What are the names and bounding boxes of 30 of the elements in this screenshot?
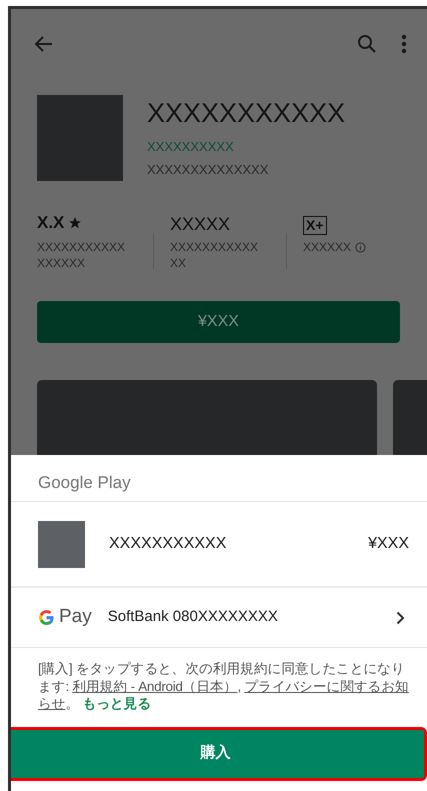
terms-text: [購入] をタップすると、次の利用規約に同意したことになります: 利用規約 - Android（日本）, プライバシーに関するお知 らせ。 もっと見る (37, 660, 410, 713)
app-category: XXXXXXXXXXXXXX (147, 161, 270, 180)
price-button[interactable]: ¥XXX (37, 301, 400, 343)
search-icon[interactable] (357, 34, 377, 54)
item-name: XXXXXXXXXXX (109, 534, 226, 554)
payment-method: SoftBank 080XXXXXXXX (108, 607, 278, 628)
app-icon (37, 95, 123, 181)
stat-value: XXXXX (170, 213, 232, 235)
rating-value: X.X (37, 212, 64, 234)
pay-label: Pay (59, 605, 92, 630)
terms-link[interactable]: 利用規約 - Android（日本） (72, 678, 238, 694)
sheet-header: Google Play (38, 473, 131, 492)
payment-method-row[interactable]: Pay SoftBank 080XXXXXXXX (11, 588, 427, 648)
content-rating-badge: X+ (303, 216, 327, 235)
stat-label: XXXXXXXXXXX XX (170, 240, 258, 270)
star-icon (68, 216, 82, 230)
back-icon[interactable] (33, 35, 53, 53)
more-options-icon[interactable] (401, 34, 407, 54)
chevron-right-icon (396, 610, 405, 624)
item-icon (38, 520, 85, 568)
info-icon[interactable] (355, 242, 366, 253)
stat-label: XXXXXX (303, 239, 352, 256)
terms-link[interactable]: らせ (38, 696, 66, 712)
buy-button[interactable]: 購入 (11, 730, 424, 778)
terms-link[interactable]: プライバシーに関するお知 (244, 678, 409, 694)
google-g-icon (38, 609, 55, 626)
app-title: XXXXXXXXXXX (147, 99, 346, 129)
see-more-link[interactable]: もっと見る (82, 696, 152, 712)
stat-label: XXXXXXXXXXX XXXXXX (37, 240, 126, 270)
item-price: ¥XXX (368, 534, 409, 554)
